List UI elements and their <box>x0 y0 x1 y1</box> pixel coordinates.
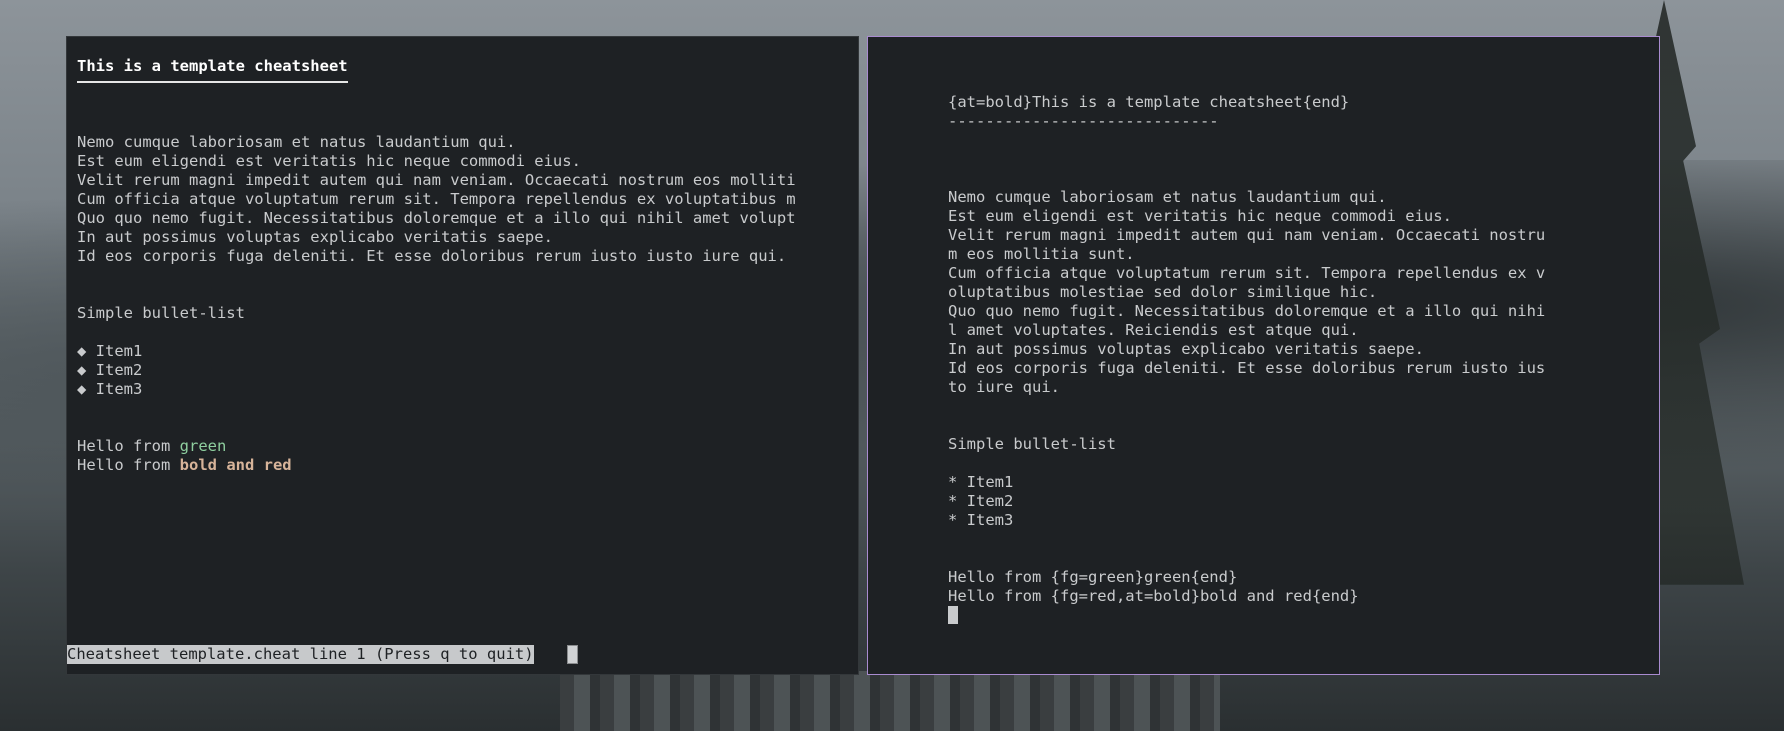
cheatsheet-heading: This is a template cheatsheet <box>77 57 348 83</box>
source-line <box>948 397 1593 416</box>
hello-prefix: Hello from <box>77 437 180 455</box>
bullet-section: Simple bullet-list ◆ Item1 ◆ Item2 ◆ Ite… <box>67 304 858 399</box>
hello-green-line: Hello from green <box>67 437 858 456</box>
source-line <box>948 530 1593 549</box>
source-line: m eos mollitia sunt. <box>948 245 1135 263</box>
paragraph-line: Est eum eligendi est veritatis hic neque… <box>77 152 581 170</box>
wallpaper-bridge <box>560 671 1220 731</box>
source-line: In aut possimus voluptas explicabo verit… <box>948 340 1424 358</box>
pager-cursor <box>567 645 578 664</box>
source-line: * Item1 <box>948 473 1014 491</box>
raw-template-source[interactable]: {at=bold}This is a template cheatsheet{e… <box>948 93 1593 625</box>
pager-status-line: Cheatsheet template.cheat line 1 (Press … <box>67 645 534 664</box>
list-title: Simple bullet-list <box>77 304 245 322</box>
hello-section: Hello from green Hello from bold and red <box>67 437 858 475</box>
source-line: * Item2 <box>948 492 1014 510</box>
source-line: Hello from {fg=red,at=bold}bold and red{… <box>948 587 1359 605</box>
source-line: Id eos corporis fuga deleniti. Et esse d… <box>948 359 1546 377</box>
hello-prefix: Hello from <box>77 456 180 474</box>
list-item: ◆ Item3 <box>77 380 143 398</box>
text-cursor <box>948 606 958 624</box>
paragraph-line: Velit rerum magni impedit autem qui nam … <box>77 171 796 189</box>
source-line: {at=bold}This is a template cheatsheet{e… <box>948 93 1350 111</box>
green-text: green <box>179 437 227 455</box>
source-line <box>948 150 1593 169</box>
source-line: Cum officia atque voluptatum rerum sit. … <box>948 264 1546 282</box>
source-line: Nemo cumque laboriosam et natus laudanti… <box>948 188 1387 206</box>
source-line: Est eum eligendi est veritatis hic neque… <box>948 207 1452 225</box>
paragraph-line: Quo quo nemo fugit. Necessitatibus dolor… <box>77 209 796 227</box>
source-line <box>948 131 1593 150</box>
source-line <box>948 416 1593 435</box>
cheatsheet-paragraph: Nemo cumque laboriosam et natus laudanti… <box>67 133 858 266</box>
source-line <box>948 454 1593 473</box>
left-terminal-window[interactable]: This is a template cheatsheet Nemo cumqu… <box>66 36 859 675</box>
source-line: Hello from {fg=green}green{end} <box>948 568 1238 586</box>
source-line: ----------------------------- <box>948 112 1219 130</box>
right-terminal-window[interactable]: {at=bold}This is a template cheatsheet{e… <box>867 36 1660 675</box>
source-line: to iure qui. <box>948 378 1060 396</box>
source-line <box>948 169 1593 188</box>
paragraph-line: In aut possimus voluptas explicabo verit… <box>77 228 553 246</box>
source-line: Velit rerum magni impedit autem qui nam … <box>948 226 1546 244</box>
source-line: Quo quo nemo fugit. Necessitatibus dolor… <box>948 302 1546 320</box>
list-item: ◆ Item2 <box>77 361 143 379</box>
paragraph-line: Id eos corporis fuga deleniti. Et esse d… <box>77 247 787 265</box>
source-line: * Item3 <box>948 511 1014 529</box>
source-line: oluptatibus molestiae sed dolor similiqu… <box>948 283 1378 301</box>
paragraph-line: Nemo cumque laboriosam et natus laudanti… <box>77 133 516 151</box>
paragraph-line: Cum officia atque voluptatum rerum sit. … <box>77 190 796 208</box>
bold-red-text: bold and red <box>179 456 292 474</box>
source-line <box>948 549 1593 568</box>
list-item: ◆ Item1 <box>77 342 143 360</box>
source-line: Simple bullet-list <box>948 435 1116 453</box>
source-line: l amet voluptates. Reiciendis est atque … <box>948 321 1359 339</box>
hello-boldred-line: Hello from bold and red <box>67 456 858 475</box>
